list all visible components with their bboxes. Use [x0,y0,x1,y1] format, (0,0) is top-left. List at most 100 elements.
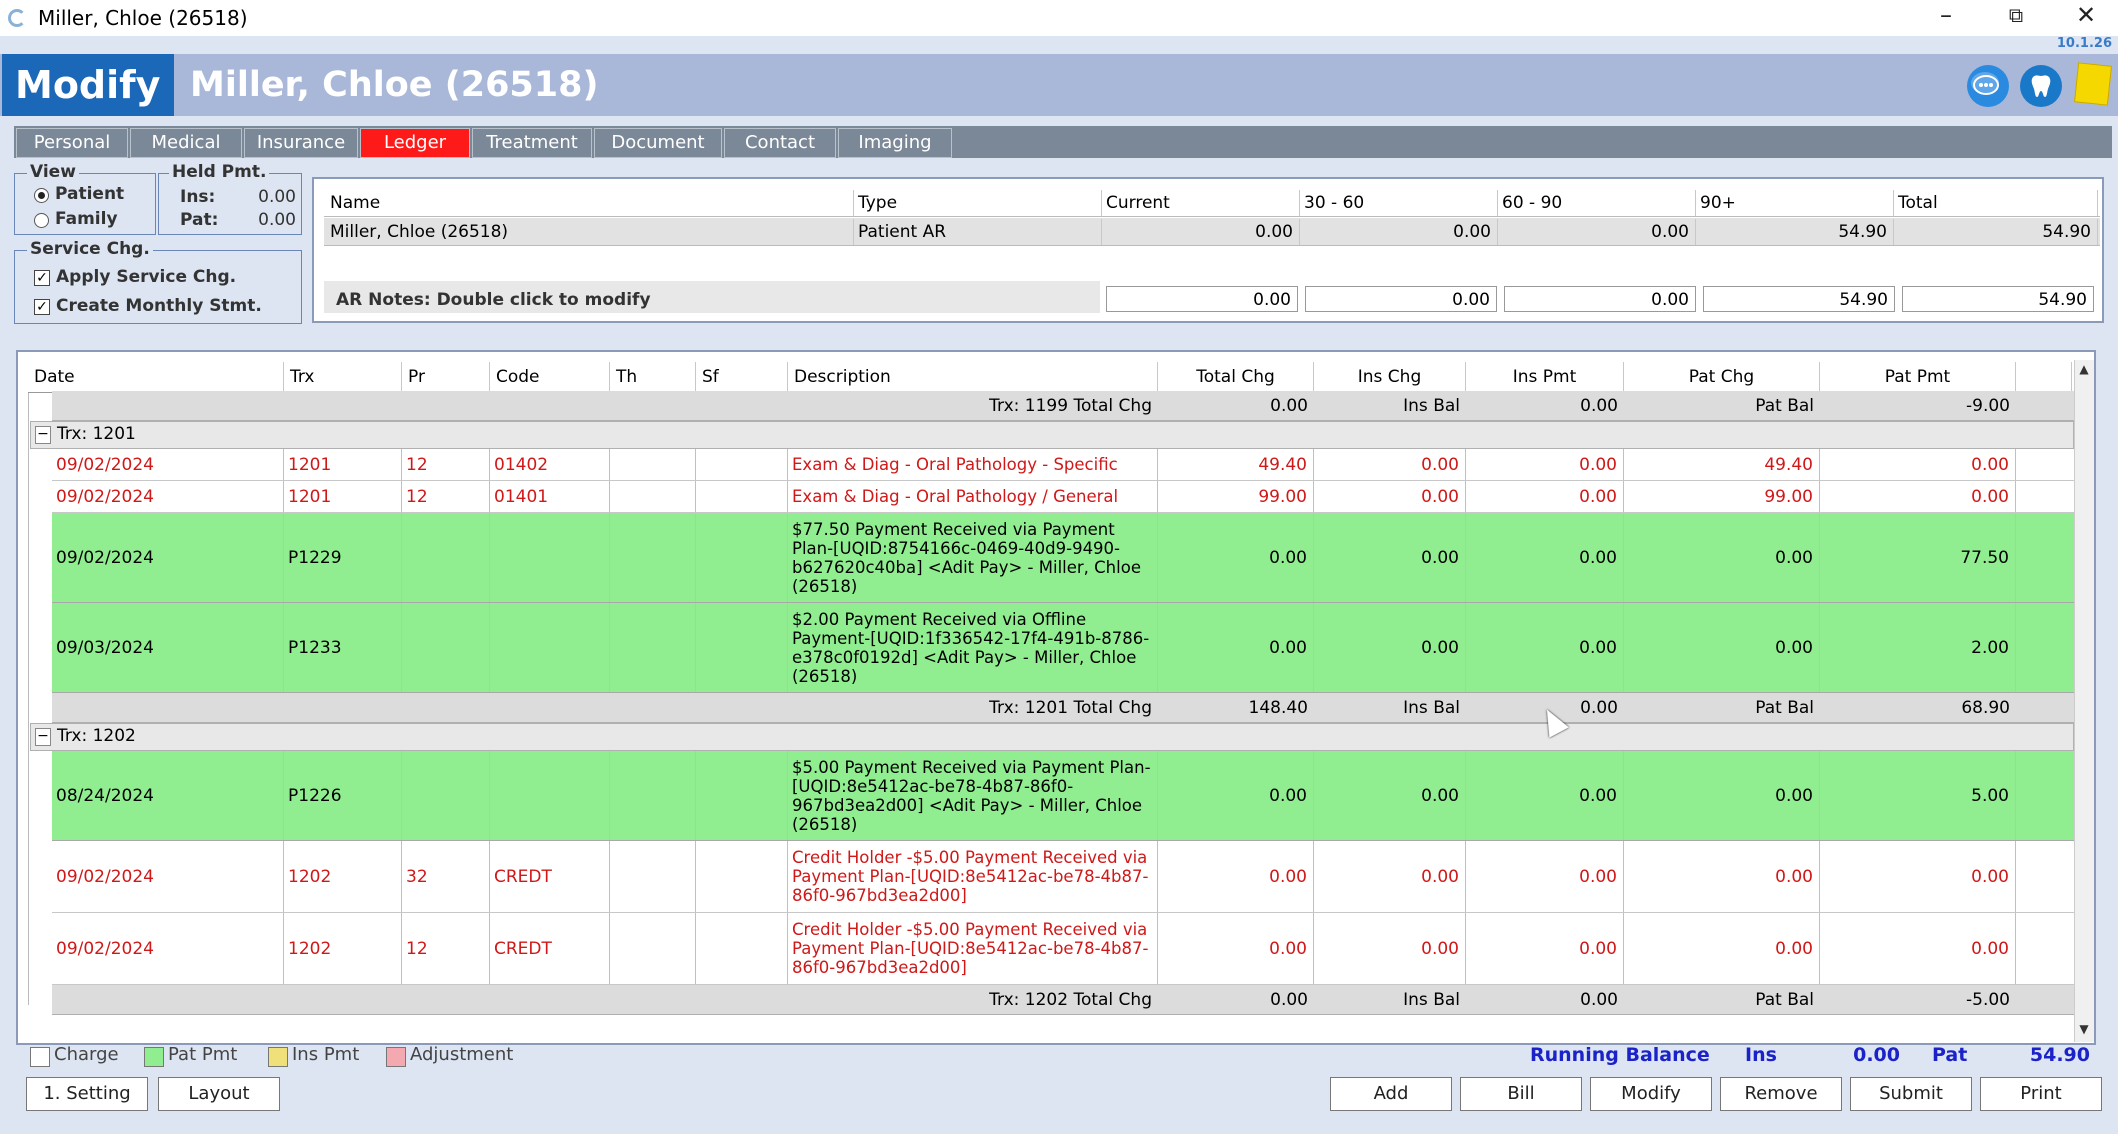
ledger-header-date[interactable]: Date [28,362,284,392]
cell-th [610,751,696,840]
group-header-trx-1202[interactable]: − Trx: 1202 [30,723,2074,751]
tab-treatment[interactable]: Treatment [472,128,592,158]
tab-contact[interactable]: Contact [724,128,836,158]
cell-ins-chg: 0.00 [1314,603,1466,692]
cell-th [610,449,696,480]
restore-icon[interactable]: ⧉ [1986,0,2046,36]
layout-button[interactable]: Layout [158,1077,280,1111]
ledger-scrollbar[interactable] [2074,360,2094,1042]
apply-service-chg-label[interactable]: Apply Service Chg. [56,267,236,287]
modify-button[interactable]: Modify [1590,1077,1712,1111]
view-group-title: View [27,162,79,182]
ar-row-cell-1[interactable]: Patient AR [854,219,1102,245]
tab-personal[interactable]: Personal [16,128,128,158]
cell-ins-pmt: 0.00 [1466,513,1624,602]
cell-date: 09/02/2024 [52,449,284,480]
legend-label-charge: Charge [54,1044,119,1065]
cell-total-chg: 49.40 [1158,449,1314,480]
cell-code: 01402 [490,449,610,480]
cell-total-chg: 0.00 [1158,603,1314,692]
cell-pat-chg: 0.00 [1624,841,1820,912]
ledger-row[interactable]: 09/02/2024 P1229 $77.50 Payment Received v… [52,513,2074,603]
ledger-header-description[interactable]: Description [788,362,1158,392]
ledger-header-pat-pmt[interactable]: Pat Pmt [1820,362,2016,392]
cell-pat-chg: 0.00 [1624,513,1820,602]
create-monthly-stmt-checkbox[interactable]: ✓ [34,299,50,315]
legend-label-adjustment: Adjustment [410,1044,514,1065]
scroll-up-icon[interactable]: ▲ [2076,362,2092,376]
ar-row-cell-0[interactable]: Miller, Chloe (26518) [326,219,854,245]
collapse-toggle-icon[interactable]: − [35,426,51,444]
ledger-header-th[interactable]: Th [610,362,696,392]
held-ins-label: Ins: [180,187,216,207]
ledger-row[interactable]: 09/02/2024 1201 12 01401 Exam & Diag - Oral … [52,481,2074,513]
cell-th [610,603,696,692]
bill-button[interactable]: Bill [1460,1077,1582,1111]
print-button[interactable]: Print [1980,1077,2102,1111]
ar-row-cell-5[interactable]: 54.90 [1696,219,1894,245]
ledger-header-code[interactable]: Code [490,362,610,392]
ledger-header-total-chg[interactable]: Total Chg [1158,362,1314,392]
cell-trx: 1202 [284,913,402,984]
ledger-row[interactable]: 09/02/2024 1202 32 CREDT Credit Holder -$5.0… [52,841,2074,913]
ledger-header-ins-chg[interactable]: Ins Chg [1314,362,1466,392]
cell-desc: $2.00 Payment Received via Offline Payme… [788,603,1158,692]
cell-desc: $77.50 Payment Received via Payment Plan… [788,513,1158,602]
ar-row-cell-4[interactable]: 0.00 [1498,219,1696,245]
cell-pat-chg: 0.00 [1624,751,1820,840]
cell-th [610,481,696,512]
cell-trx: P1226 [284,751,402,840]
view-family-label[interactable]: Family [55,209,118,229]
cell-desc: $5.00 Payment Received via Payment Plan-… [788,751,1158,840]
collapse-toggle-icon[interactable]: − [35,728,51,746]
ar-notes[interactable]: AR Notes: Double click to modify [336,287,651,313]
ledger-header-sf[interactable]: Sf [696,362,788,392]
remove-button[interactable]: Remove [1720,1077,1842,1111]
ledger-row[interactable]: 09/02/2024 1202 12 CREDT Credit Holder -$5.0… [52,913,2074,985]
ar-row-cell-6[interactable]: 54.90 [1894,219,2098,245]
apply-service-chg-checkbox[interactable]: ✓ [34,270,50,286]
cell-pr: 12 [402,913,490,984]
cell-code [490,603,610,692]
tab-imaging[interactable]: Imaging [838,128,952,158]
total-label: Trx: 1201 Total Chg [989,697,1152,718]
tooth-icon[interactable] [2020,65,2062,107]
view-family-radio[interactable] [34,213,49,228]
ledger-row[interactable]: 09/03/2024 P1233 $2.00 Payment Received vi… [52,603,2074,693]
ledger-header-trx[interactable]: Trx [284,362,402,392]
cell-ins-pmt: 0.00 [1466,603,1624,692]
chat-icon[interactable] [1967,65,2009,107]
view-patient-radio[interactable] [34,188,49,203]
total-row: Trx: 1202 Total Chg 0.00 Ins Bal 0.00 Pat Ba… [52,985,2074,1015]
tab-ledger[interactable]: Ledger [360,128,470,158]
ledger-header-pat-chg[interactable]: Pat Chg [1624,362,1820,392]
ar-row-cell-3[interactable]: 0.00 [1300,219,1498,245]
ledger-row[interactable]: 09/02/2024 1201 12 01402 Exam & Diag - Oral … [52,449,2074,481]
ledger-header-pr[interactable]: Pr [402,362,490,392]
tab-document[interactable]: Document [594,128,722,158]
tab-insurance[interactable]: Insurance [244,128,358,158]
submit-button[interactable]: Submit [1850,1077,1972,1111]
cell-sf [696,481,788,512]
running-pat-label: Pat [1932,1044,1968,1066]
ledger-header-ins-pmt[interactable]: Ins Pmt [1466,362,1624,392]
setting-button[interactable]: 1. Setting [26,1077,148,1111]
cell-pat-pmt: 0.00 [1820,449,2016,480]
minimize-icon[interactable]: – [1916,0,1976,36]
view-patient-label[interactable]: Patient [55,184,124,204]
ar-header-5: 90+ [1696,190,1894,216]
pat-bal-label: Pat Bal [1755,697,1814,718]
sticky-note-icon[interactable] [2074,62,2112,106]
service-chg-title: Service Chg. [27,239,153,259]
create-monthly-stmt-label[interactable]: Create Monthly Stmt. [56,296,262,316]
scroll-down-icon[interactable]: ▼ [2076,1022,2092,1036]
cell-ins-chg: 0.00 [1314,481,1466,512]
ledger-row[interactable]: 08/24/2024 P1226 $5.00 Payment Received vi… [52,751,2074,841]
group-header-trx-1201[interactable]: − Trx: 1201 [30,421,2074,449]
cell-trx: 1201 [284,481,402,512]
close-icon[interactable]: ✕ [2056,0,2116,36]
ar-row-cell-2[interactable]: 0.00 [1102,219,1300,245]
add-button[interactable]: Add [1330,1077,1452,1111]
ar-header-0: Name [326,190,854,216]
tab-medical[interactable]: Medical [130,128,242,158]
